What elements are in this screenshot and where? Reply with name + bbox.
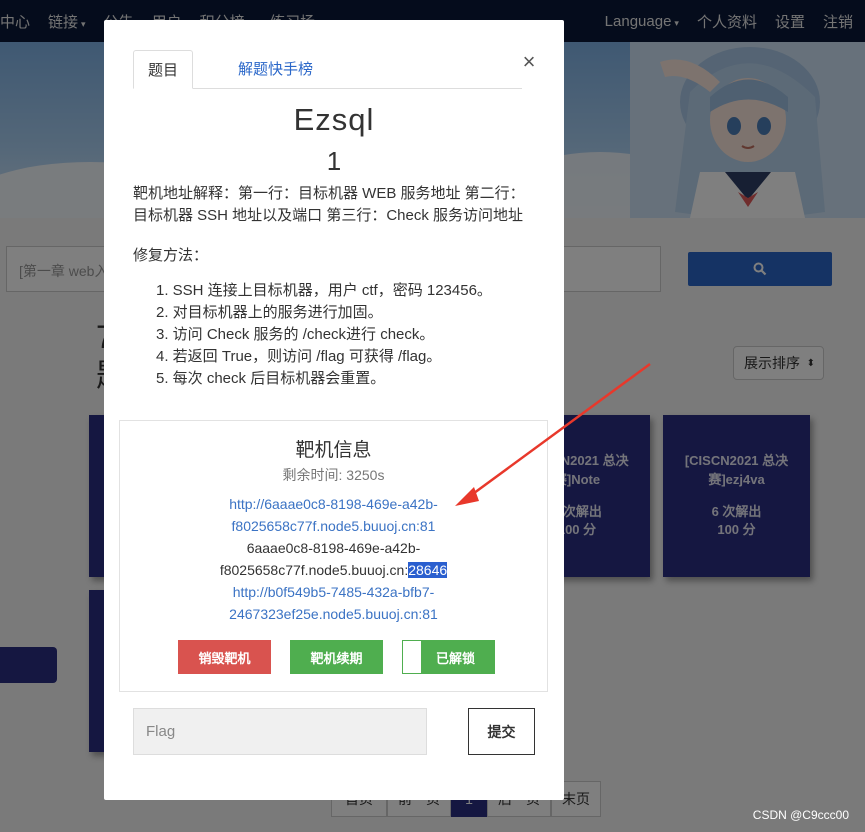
modal-tabs: 题目 解题快手榜	[133, 50, 522, 89]
submit-button[interactable]: 提交	[468, 708, 535, 755]
web-service-link[interactable]: http://6aaae0c8-8198-469e-a42b- f8025658…	[120, 493, 547, 537]
target-title: 靶机信息	[295, 440, 372, 461]
fix-step: 5. 每次 check 后目标机器会重置。	[156, 370, 386, 387]
fix-step: 4. 若返回 True，则访问 /flag 可获得 /flag。	[156, 348, 442, 365]
check-service-link[interactable]: http://b0f549b5-7485-432a-bfb7- 2467323e…	[120, 581, 547, 625]
tab-challenge[interactable]: 题目	[133, 50, 194, 89]
destroy-target-button[interactable]: 销毁靶机	[178, 640, 271, 674]
extend-target-button[interactable]: 靶机续期	[290, 640, 383, 674]
ssh-port-highlight: 28646	[408, 562, 448, 578]
fix-step: 1. SSH 连接上目标机器，用户 ctf，密码 123456。	[156, 282, 492, 299]
unlock-label: 已解锁	[435, 650, 475, 666]
fix-method-title: 修复方法：	[133, 247, 209, 264]
tab-solves[interactable]: 解题快手榜	[224, 50, 327, 89]
challenge-modal: 题目 解题快手榜 × Ezsql 1 靶机地址解释：第一行：目标机器 WEB 服…	[104, 20, 564, 800]
ssh-address: 6aaae0c8-8198-469e-a42b- f8025658c77f.no…	[219, 540, 448, 578]
fix-step: 3. 访问 Check 服务的 /check进行 check。	[156, 326, 435, 343]
close-icon[interactable]: ×	[519, 50, 539, 74]
remaining-time: 剩余时间: 3250s	[282, 467, 385, 483]
watermark: CSDN @C9ccc00	[752, 808, 849, 822]
challenge-description: 靶机地址解释：第一行：目标机器 WEB 服务地址 第二行：目标机器 SSH 地址…	[133, 185, 525, 224]
flag-input[interactable]	[133, 708, 427, 755]
toggle-knob	[403, 641, 421, 673]
challenge-name: Ezsql	[293, 102, 375, 137]
fix-steps-list: 1. SSH 连接上目标机器，用户 ctf，密码 123456。 2. 对目标机…	[156, 280, 492, 390]
unlock-toggle[interactable]: 已解锁	[402, 640, 495, 674]
target-machine-panel: 靶机信息 剩余时间: 3250s http://6aaae0c8-8198-46…	[119, 420, 548, 692]
target-actions: 销毁靶机 靶机续期 已解锁	[120, 640, 549, 674]
challenge-value: 1	[326, 146, 342, 176]
fix-step: 2. 对目标机器上的服务进行加固。	[156, 304, 383, 321]
